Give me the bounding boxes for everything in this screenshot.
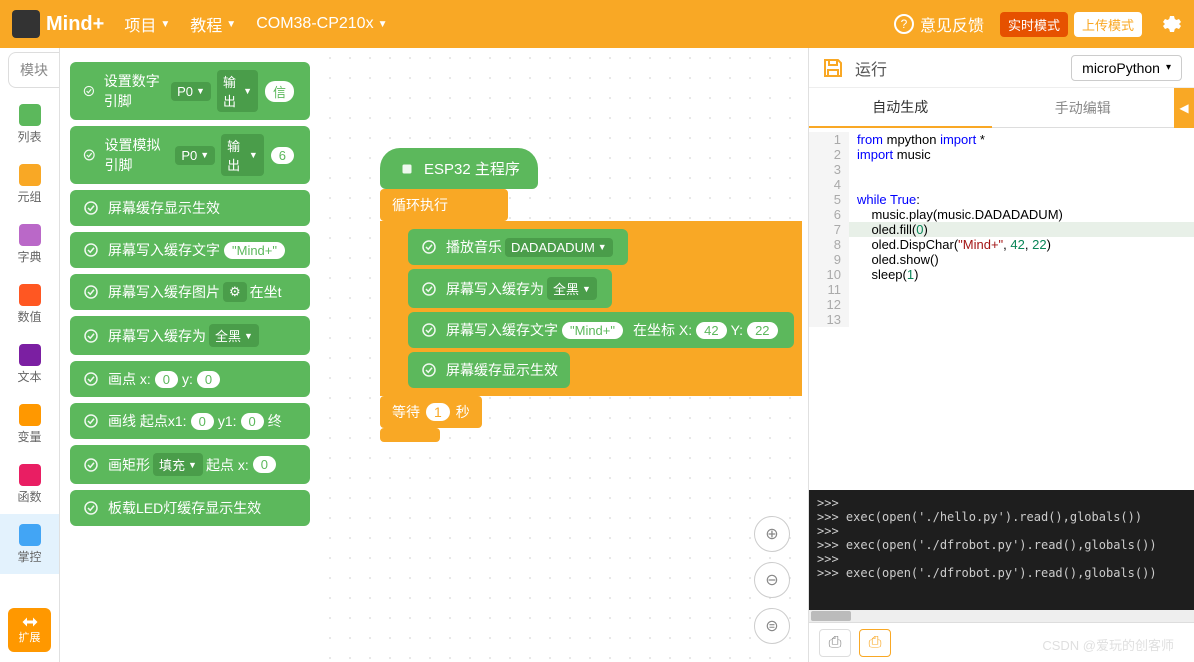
- code-panel: 运行 microPython▾ 自动生成 手动编辑 ◀ 1from mpytho…: [808, 48, 1194, 662]
- block-icon: [420, 280, 438, 298]
- zoom-in-button[interactable]: ⊕: [754, 516, 790, 552]
- watermark: CSDN @爱玩的创客师: [1042, 635, 1174, 654]
- block-icon: [82, 499, 100, 517]
- palette-block[interactable]: 屏幕写入缓存为全黑▼: [70, 316, 310, 355]
- workspace-canvas[interactable]: ESP32 主程序 循环执行 播放音乐DADADADUM▼ 屏幕写入缓存为全黑▼ 屏…: [320, 48, 808, 662]
- code-line: 8 oled.DispChar("Mind+", 42, 22): [809, 237, 1194, 252]
- menu-tutorial[interactable]: 教程▼: [190, 12, 236, 36]
- block-palette[interactable]: 设置数字引脚P0▼输出▼信设置模拟引脚P0▼输出▼6 屏幕缓存显示生效屏幕写入缓存…: [60, 48, 320, 662]
- category-字典[interactable]: 字典: [0, 214, 59, 274]
- category-掌控[interactable]: 掌控: [0, 514, 59, 574]
- code-line: 6 music.play(music.DADADADUM): [809, 207, 1194, 222]
- block-icon: [82, 412, 100, 430]
- upload-mode-button[interactable]: 上传模式: [1074, 12, 1142, 37]
- loop-body: 播放音乐DADADADUM▼ 屏幕写入缓存为全黑▼ 屏幕写入缓存文字"Mind+"在…: [380, 221, 802, 396]
- code-line: 1from mpython import *: [809, 132, 1194, 147]
- code-line: 5while True:: [809, 192, 1194, 207]
- save-icon[interactable]: [821, 56, 845, 80]
- zoom-reset-button[interactable]: ⊜: [754, 608, 790, 644]
- hat-block-esp32[interactable]: ESP32 主程序: [380, 148, 538, 189]
- code-line: 13: [809, 312, 1194, 327]
- code-line: 12: [809, 297, 1194, 312]
- category-变量[interactable]: 变量: [0, 394, 59, 454]
- com-port-selector[interactable]: COM38-CP210x▼: [256, 15, 387, 33]
- settings-icon[interactable]: [1158, 12, 1182, 36]
- palette-block[interactable]: 设置模拟引脚P0▼输出▼6: [70, 126, 310, 184]
- block-icon: [82, 146, 97, 164]
- palette-block[interactable]: 板载LED灯缓存显示生效: [70, 490, 310, 526]
- category-函数[interactable]: 函数: [0, 454, 59, 514]
- block-icon: [82, 456, 100, 474]
- palette-block[interactable]: 屏幕写入缓存图片⚙在坐t: [70, 274, 310, 310]
- tab-module[interactable]: 模块: [8, 52, 59, 88]
- category-sidebar: 模块 列表元组字典数值文本变量函数掌控 扩展: [0, 48, 60, 662]
- block-icon: [82, 199, 100, 217]
- extend-button[interactable]: 扩展: [8, 608, 51, 652]
- script-block[interactable]: 播放音乐DADADADUM▼: [408, 229, 628, 265]
- code-line: 4: [809, 177, 1194, 192]
- feedback-button[interactable]: ? 意见反馈: [894, 12, 984, 36]
- palette-block[interactable]: 屏幕写入缓存文字"Mind+": [70, 232, 310, 268]
- zoom-out-button[interactable]: ⊖: [754, 562, 790, 598]
- code-line: 3: [809, 162, 1194, 177]
- chip-icon: [398, 160, 416, 178]
- question-icon: ?: [894, 14, 914, 34]
- script-block[interactable]: 屏幕写入缓存文字"Mind+"在坐标 X:42Y:22: [408, 312, 794, 348]
- tab-manual-edit[interactable]: 手动编辑: [992, 88, 1175, 128]
- usb-button-2[interactable]: ⎙: [859, 629, 891, 657]
- category-数值[interactable]: 数值: [0, 274, 59, 334]
- collapse-panel-button[interactable]: ◀: [1174, 88, 1194, 128]
- code-line: 2import music: [809, 147, 1194, 162]
- code-line: 9 oled.show(): [809, 252, 1194, 267]
- block-icon: [82, 82, 96, 100]
- language-selector[interactable]: microPython▾: [1071, 55, 1182, 81]
- code-line: 7 oled.fill(0): [809, 222, 1194, 237]
- script-block[interactable]: 屏幕缓存显示生效: [408, 352, 570, 388]
- block-icon: [82, 327, 100, 345]
- palette-block[interactable]: 画点 x:0y:0: [70, 361, 310, 397]
- category-元组[interactable]: 元组: [0, 154, 59, 214]
- extend-icon: [21, 615, 39, 629]
- realtime-mode-button[interactable]: 实时模式: [1000, 12, 1068, 37]
- block-icon: [420, 238, 438, 256]
- script-block[interactable]: 屏幕写入缓存为全黑▼: [408, 269, 612, 308]
- tab-auto-generate[interactable]: 自动生成: [809, 88, 992, 128]
- code-line: 10 sleep(1): [809, 267, 1194, 282]
- loop-block-top[interactable]: 循环执行: [380, 189, 508, 221]
- category-列表[interactable]: 列表: [0, 94, 59, 154]
- code-editor[interactable]: 1from mpython import *2import music345wh…: [809, 128, 1194, 490]
- palette-block[interactable]: 设置数字引脚P0▼输出▼信: [70, 62, 310, 120]
- block-icon: [82, 370, 100, 388]
- app-header: Mind+ 项目▼ 教程▼ COM38-CP210x▼ ? 意见反馈 实时模式 …: [0, 0, 1194, 48]
- palette-block[interactable]: 画线 起点x1:0y1:0终: [70, 403, 310, 439]
- block-icon: [82, 283, 100, 301]
- wait-block[interactable]: 等待 1 秒: [380, 396, 482, 428]
- terminal-scrollbar[interactable]: [809, 610, 1194, 622]
- script-stack[interactable]: ESP32 主程序 循环执行 播放音乐DADADADUM▼ 屏幕写入缓存为全黑▼ 屏…: [380, 148, 802, 442]
- palette-block[interactable]: 屏幕缓存显示生效: [70, 190, 310, 226]
- block-icon: [420, 321, 438, 339]
- loop-block-bottom: [380, 428, 440, 442]
- robot-icon: [12, 10, 40, 38]
- code-line: 11: [809, 282, 1194, 297]
- block-icon: [82, 241, 100, 259]
- menu-project[interactable]: 项目▼: [124, 12, 170, 36]
- run-label: 运行: [855, 56, 887, 80]
- block-icon: [420, 361, 438, 379]
- terminal-output[interactable]: >>> >>> exec(open('./hello.py').read(),g…: [809, 490, 1194, 610]
- app-logo: Mind+: [12, 10, 104, 38]
- usb-button-1[interactable]: ⎙: [819, 629, 851, 657]
- category-文本[interactable]: 文本: [0, 334, 59, 394]
- palette-block[interactable]: 画矩形填充▼起点 x:0: [70, 445, 310, 484]
